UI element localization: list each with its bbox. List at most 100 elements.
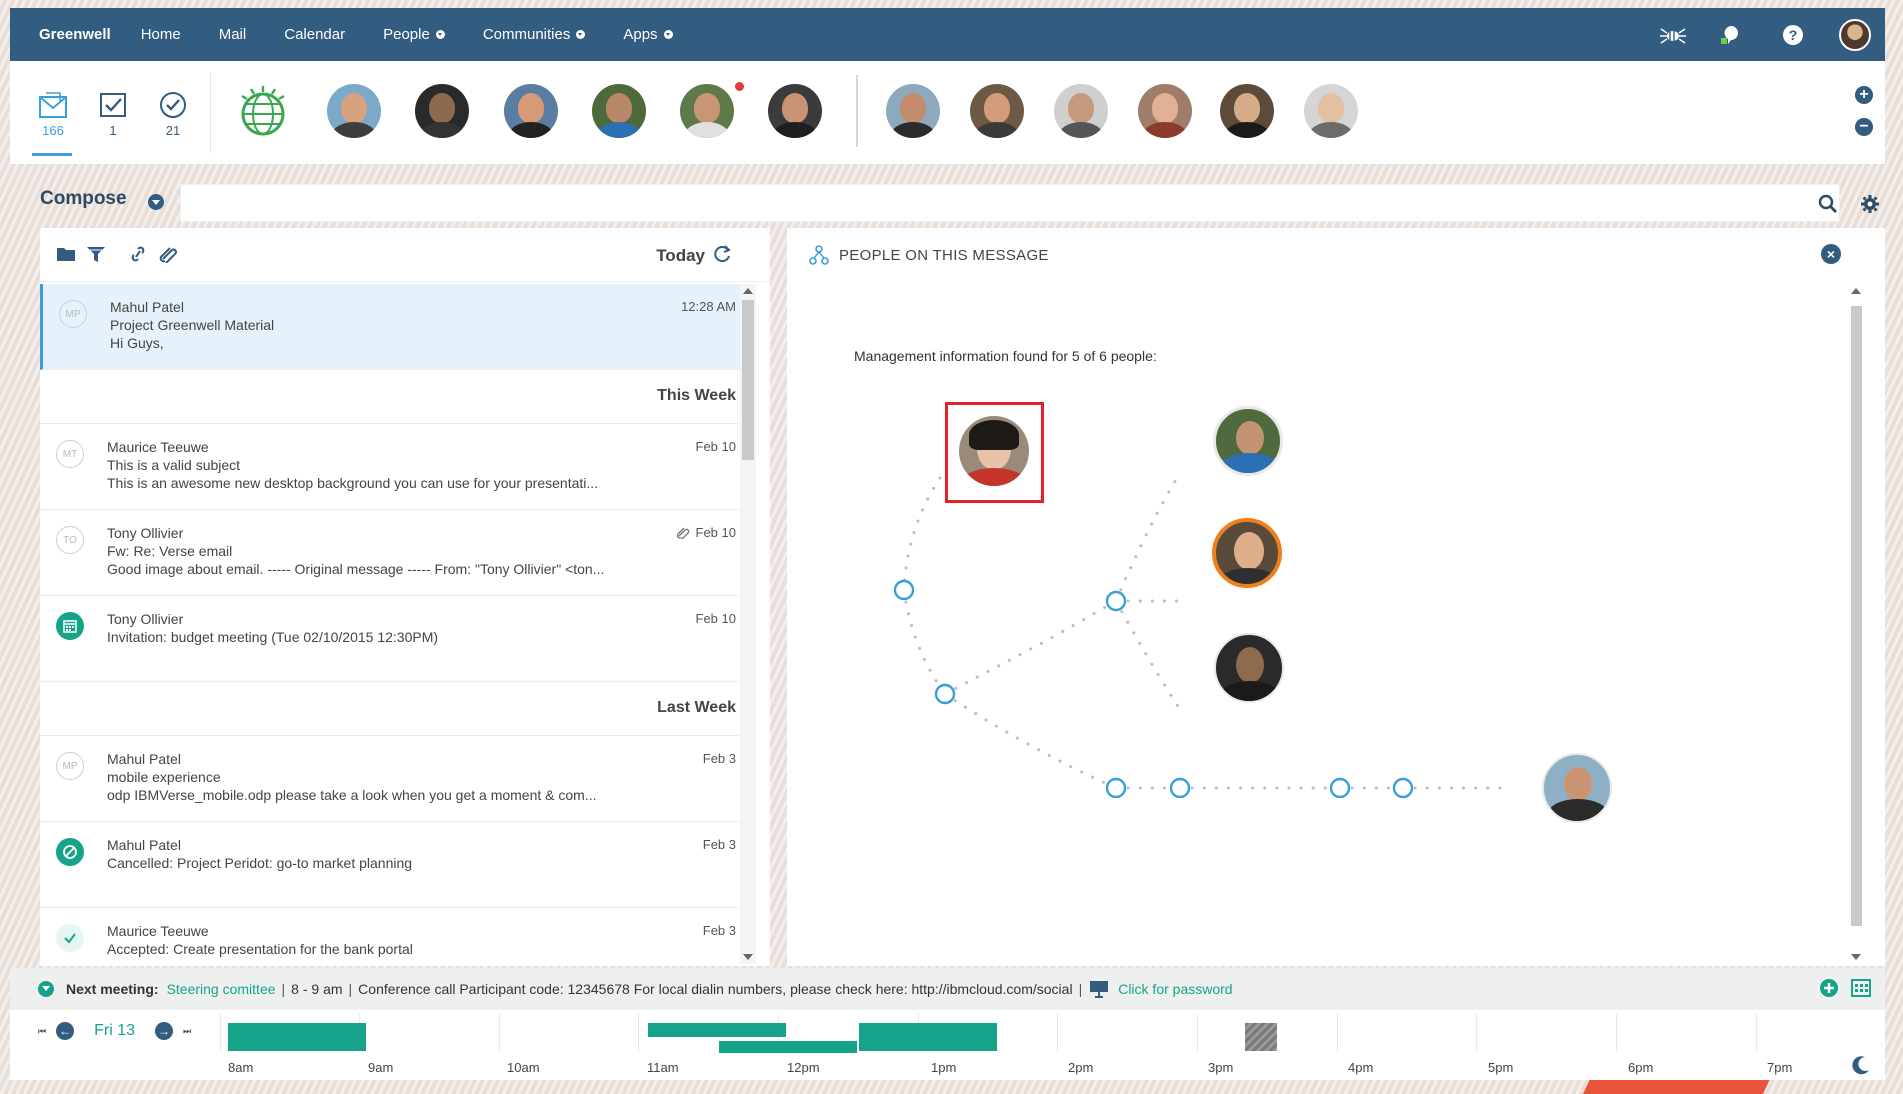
person-avatar-4[interactable] bbox=[592, 84, 646, 138]
calendar-grid-icon[interactable] bbox=[1851, 978, 1871, 998]
waiting-counter[interactable]: 21 bbox=[158, 91, 188, 138]
mail-lines: Maurice Teeuwe This is a valid subject T… bbox=[107, 438, 627, 492]
add-event-icon[interactable] bbox=[1819, 978, 1839, 998]
person-avatar-1[interactable] bbox=[327, 84, 381, 138]
mail-lines: Maurice Teeuwe Accepted: Create presenta… bbox=[107, 922, 627, 958]
sametime-status-icon[interactable] bbox=[1719, 21, 1747, 49]
bee-icon[interactable] bbox=[1659, 21, 1687, 49]
scroll-up-icon[interactable] bbox=[743, 288, 753, 294]
org-person-4[interactable] bbox=[1542, 753, 1612, 823]
compose-dropdown-icon[interactable] bbox=[148, 194, 164, 210]
refresh-icon[interactable] bbox=[712, 243, 732, 270]
mail-row[interactable]: MT Maurice Teeuwe This is a valid subjec… bbox=[40, 424, 756, 510]
meeting-block[interactable] bbox=[719, 1041, 857, 1053]
meeting-block[interactable] bbox=[859, 1023, 997, 1051]
mail-preview: Good image about email. ----- Original m… bbox=[107, 561, 605, 577]
skip-back-icon[interactable]: ⏮ bbox=[38, 1026, 46, 1037]
person-avatar-11[interactable] bbox=[1220, 84, 1274, 138]
remove-contact-button[interactable]: − bbox=[1855, 118, 1873, 136]
community-globe-avatar[interactable] bbox=[236, 84, 290, 138]
person-avatar-12[interactable] bbox=[1304, 84, 1358, 138]
people-panel-scrollbar[interactable] bbox=[1849, 284, 1863, 964]
nav-people[interactable]: People bbox=[383, 26, 445, 43]
scroll-down-icon[interactable] bbox=[743, 954, 753, 960]
mail-row[interactable]: Maurice Teeuwe Accepted: Create presenta… bbox=[40, 908, 756, 964]
gear-icon[interactable] bbox=[1860, 194, 1880, 219]
inbox-counter[interactable]: 166 bbox=[32, 91, 72, 156]
hour-label: 3pm bbox=[1208, 1060, 1234, 1075]
mail-row-selected[interactable]: MP Mahul Patel Project Greenwell Materia… bbox=[40, 284, 756, 370]
busy-block[interactable] bbox=[1245, 1023, 1277, 1051]
org-person-3[interactable] bbox=[1214, 633, 1284, 703]
meeting-block[interactable] bbox=[648, 1023, 786, 1037]
add-contact-button[interactable]: + bbox=[1855, 86, 1873, 104]
mail-row[interactable]: TO Tony Ollivier Fw: Re: Verse email Goo… bbox=[40, 510, 756, 596]
globe-icon bbox=[241, 86, 285, 136]
separator: | bbox=[1078, 981, 1083, 997]
search-icon[interactable] bbox=[1818, 194, 1838, 219]
mail-row[interactable]: MP Mahul Patel mobile experience odp IBM… bbox=[40, 736, 756, 822]
nav-calendar[interactable]: Calendar bbox=[284, 26, 345, 43]
org-person-2[interactable] bbox=[1212, 518, 1282, 588]
mail-scrollbar[interactable] bbox=[740, 284, 756, 964]
scroll-up-icon[interactable] bbox=[1851, 288, 1861, 294]
person-avatar-10[interactable] bbox=[1138, 84, 1192, 138]
nav-home-label: Home bbox=[140, 26, 181, 43]
nav-mail[interactable]: Mail bbox=[219, 26, 247, 43]
person-avatar-9[interactable] bbox=[1054, 84, 1108, 138]
filter-icon[interactable] bbox=[86, 245, 106, 268]
nav-communities[interactable]: Communities bbox=[483, 26, 586, 43]
person-avatar-5[interactable] bbox=[680, 84, 734, 138]
help-icon[interactable]: ? bbox=[1779, 21, 1807, 49]
mail-list-panel: Today MP Mahul Patel Project Greenwell M… bbox=[40, 228, 770, 966]
mail-row[interactable]: Mahul Patel Cancelled: Project Peridot: … bbox=[40, 822, 756, 908]
meeting-block[interactable] bbox=[228, 1023, 366, 1051]
mail-subject: Project Greenwell Material bbox=[110, 317, 275, 333]
todo-counter[interactable]: 1 bbox=[98, 91, 128, 138]
compose-button[interactable]: Compose bbox=[40, 188, 127, 210]
skip-forward-icon[interactable]: ⏭ bbox=[183, 1026, 191, 1037]
mail-lines: Tony Ollivier Fw: Re: Verse email Good i… bbox=[107, 524, 627, 578]
mail-row[interactable]: Tony Ollivier Invitation: budget meeting… bbox=[40, 596, 756, 682]
hour-label: 1pm bbox=[931, 1060, 957, 1075]
folder-icon[interactable] bbox=[56, 245, 76, 268]
chevron-down-icon bbox=[435, 30, 445, 39]
brand-link[interactable]: Greenwell bbox=[39, 26, 111, 43]
hour-gridline bbox=[1756, 1014, 1757, 1052]
search-input[interactable] bbox=[180, 184, 1840, 222]
hour-label: 6pm bbox=[1628, 1060, 1654, 1075]
person-avatar-7[interactable] bbox=[886, 84, 940, 138]
link-icon[interactable] bbox=[128, 245, 148, 268]
collapse-icon[interactable] bbox=[38, 981, 54, 997]
hour-gridline bbox=[1476, 1014, 1477, 1052]
attachment-icon bbox=[676, 527, 689, 539]
section-title: This Week bbox=[657, 387, 736, 404]
mail-date: Feb 3 bbox=[702, 837, 736, 852]
next-day-icon[interactable]: → bbox=[155, 1022, 174, 1040]
chevron-down-icon bbox=[576, 30, 586, 39]
person-avatar-2[interactable] bbox=[415, 84, 469, 138]
nav-home[interactable]: Home bbox=[141, 26, 181, 43]
sender-initials: MP bbox=[56, 752, 84, 780]
person-avatar-3[interactable] bbox=[504, 84, 558, 138]
scroll-thumb[interactable] bbox=[1851, 306, 1862, 926]
prev-day-icon[interactable]: ← bbox=[56, 1022, 75, 1040]
password-link[interactable]: Click for password bbox=[1118, 981, 1232, 997]
mail-lines: Mahul Patel Cancelled: Project Peridot: … bbox=[107, 836, 627, 872]
moon-icon[interactable] bbox=[1849, 1054, 1871, 1076]
presentation-icon bbox=[1090, 981, 1109, 998]
scroll-down-icon[interactable] bbox=[1851, 954, 1861, 960]
meeting-name-link[interactable]: Steering comittee bbox=[167, 981, 276, 997]
nav-apps[interactable]: Apps bbox=[623, 26, 673, 43]
person-avatar-8[interactable] bbox=[970, 84, 1024, 138]
person-avatar-6[interactable] bbox=[768, 84, 822, 138]
scroll-thumb[interactable] bbox=[742, 300, 754, 460]
org-person-1[interactable] bbox=[1213, 406, 1283, 476]
mail-subject: Fw: Re: Verse email bbox=[107, 543, 233, 559]
next-meeting-label: Next meeting: bbox=[66, 981, 159, 997]
mail-toolbar: Today bbox=[40, 228, 770, 282]
user-avatar[interactable] bbox=[1839, 18, 1871, 51]
timeline-nav: ⏮ ← Fri 13 → ⏭ bbox=[38, 1022, 191, 1040]
mail-sender: Mahul Patel bbox=[110, 299, 184, 315]
attachment-icon[interactable] bbox=[158, 245, 178, 268]
